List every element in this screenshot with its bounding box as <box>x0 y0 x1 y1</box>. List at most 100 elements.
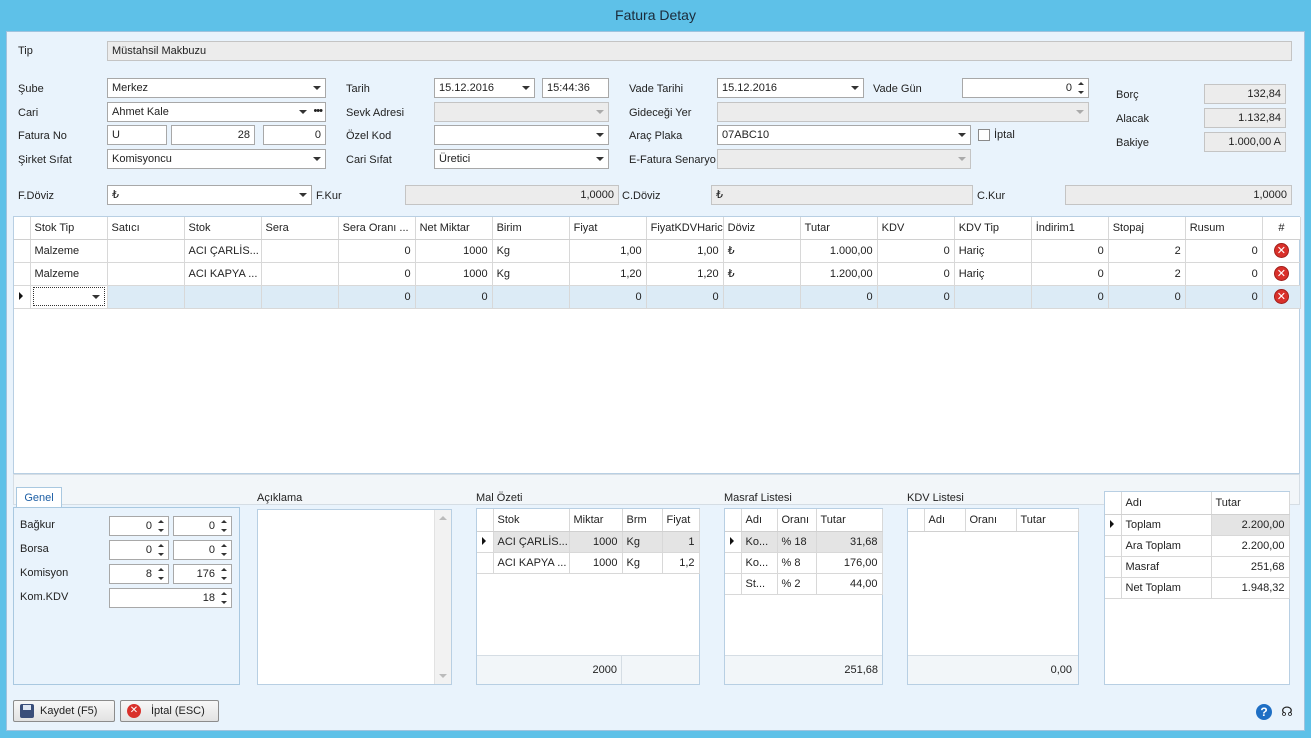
borsa-amount-spinner[interactable]: 0 <box>173 540 232 560</box>
cell-fiyat-kdv-haric[interactable]: 0 <box>646 285 724 309</box>
column-header-rusum[interactable]: Rusum <box>1185 217 1263 240</box>
column-header-fiyat-kdv-haric[interactable]: FiyatKDVHaric <box>646 217 724 240</box>
cell-kdv[interactable]: 0 <box>877 285 955 309</box>
bagkur-rate-spinner[interactable]: 0 <box>109 516 169 536</box>
table-row[interactable]: Malzeme ACI KAPYA ... 0 1000 Kg 1,20 1,2… <box>14 262 1302 286</box>
cell-stok[interactable]: ACI KAPYA ... <box>493 552 570 574</box>
cell-tutar[interactable]: 0 <box>800 285 878 309</box>
cell-adi[interactable]: Toplam <box>1121 514 1212 536</box>
column-header-fiyat[interactable]: Fiyat <box>662 509 700 532</box>
column-header-stok-tip[interactable]: Stok Tip <box>30 217 108 240</box>
spin-arrows-icon[interactable] <box>157 566 166 582</box>
table-row[interactable]: Toplam 2.200,00 <box>1105 514 1290 536</box>
cell-tutar[interactable]: 1.000,00 <box>800 239 878 263</box>
scroll-down-icon[interactable] <box>439 674 447 678</box>
column-header-adi[interactable]: Adı <box>741 509 778 532</box>
tab-genel[interactable]: Genel <box>16 487 62 509</box>
aciklama-scrollbar[interactable] <box>434 510 451 684</box>
chevron-down-icon[interactable] <box>596 133 604 137</box>
borsa-rate-spinner[interactable]: 0 <box>109 540 169 560</box>
cell-adi[interactable]: Net Toplam <box>1121 577 1212 599</box>
cell-adi[interactable]: Ara Toplam <box>1121 535 1212 557</box>
cell-sera-orani[interactable]: 0 <box>338 239 416 263</box>
cell-fiyat[interactable]: 1 <box>662 531 700 553</box>
cell-rusum[interactable]: 0 <box>1185 285 1263 309</box>
cell-fiyat-kdv-haric[interactable]: 1,20 <box>646 262 724 286</box>
column-header-adi[interactable]: Adı <box>1121 492 1212 515</box>
cell-orani[interactable]: % 8 <box>777 552 817 574</box>
column-header-tutar[interactable]: Tutar <box>816 509 883 532</box>
column-header-indirim1[interactable]: İndirim1 <box>1031 217 1109 240</box>
cell-tutar[interactable]: 1.948,32 <box>1211 577 1290 599</box>
column-header-tutar[interactable]: Tutar <box>1016 509 1079 532</box>
table-row[interactable]: ACI ÇARLİS... 1000 Kg 1 <box>477 531 700 553</box>
cell-satici[interactable] <box>107 239 185 263</box>
column-header-kdv-tip[interactable]: KDV Tip <box>954 217 1032 240</box>
column-header-miktar[interactable]: Miktar <box>569 509 623 532</box>
table-row[interactable]: Ko... % 18 31,68 <box>725 531 883 553</box>
fatura-extra-input[interactable]: 0 <box>263 125 326 145</box>
cell-sera[interactable] <box>261 262 339 286</box>
table-row[interactable]: Malzeme ACI ÇARLİS... 0 1000 Kg 1,00 1,0… <box>14 239 1302 263</box>
cell-birim[interactable]: Kg <box>492 262 570 286</box>
cell-indirim1[interactable]: 0 <box>1031 285 1109 309</box>
help-icon[interactable]: ? <box>1256 704 1272 720</box>
cari-sifat-select[interactable]: Üretici <box>434 149 609 169</box>
cell-kdv-tip[interactable]: Hariç <box>954 239 1032 263</box>
table-row[interactable]: ACI KAPYA ... 1000 Kg 1,2 <box>477 552 700 574</box>
cell-fiyat[interactable]: 1,2 <box>662 552 700 574</box>
row-indicator[interactable] <box>1105 535 1122 557</box>
kom-kdv-spinner[interactable]: 18 <box>109 588 232 608</box>
cell-indirim1[interactable]: 0 <box>1031 262 1109 286</box>
chevron-down-icon[interactable] <box>851 86 859 90</box>
column-header-stok[interactable]: Stok <box>493 509 570 532</box>
chevron-down-icon[interactable] <box>522 86 530 90</box>
table-row[interactable]: St... % 2 44,00 <box>725 573 883 595</box>
spin-arrows-icon[interactable] <box>220 566 229 582</box>
cell-adi[interactable]: St... <box>741 573 778 595</box>
headset-icon[interactable]: ☊ <box>1279 704 1295 720</box>
cell-doviz[interactable]: ₺ <box>723 239 801 263</box>
column-header-brm[interactable]: Brm <box>622 509 663 532</box>
column-header-sera[interactable]: Sera <box>261 217 339 240</box>
column-header-orani[interactable]: Oranı <box>965 509 1017 532</box>
vade-gun-spinner[interactable]: 0 <box>962 78 1089 98</box>
column-header-birim[interactable]: Birim <box>492 217 570 240</box>
row-indicator[interactable] <box>14 239 31 263</box>
cell-net-miktar[interactable]: 1000 <box>415 239 493 263</box>
cell-adi[interactable]: Masraf <box>1121 556 1212 578</box>
cell-kdv-tip[interactable]: Hariç <box>954 262 1032 286</box>
cell-stopaj[interactable]: 2 <box>1108 262 1186 286</box>
spin-arrows-icon[interactable] <box>157 542 166 558</box>
cari-select[interactable]: Ahmet Kale ••• <box>107 102 326 122</box>
spin-arrows-icon[interactable] <box>220 518 229 534</box>
cell-fiyat-kdv-haric[interactable]: 1,00 <box>646 239 724 263</box>
cell-net-miktar[interactable]: 1000 <box>415 262 493 286</box>
chevron-down-icon[interactable] <box>596 157 604 161</box>
cell-sera-orani[interactable]: 0 <box>338 285 416 309</box>
fatura-number-input[interactable]: 28 <box>171 125 255 145</box>
cell-kdv[interactable]: 0 <box>877 239 955 263</box>
row-indicator[interactable] <box>1105 514 1122 536</box>
chevron-down-icon[interactable] <box>299 193 307 197</box>
cell-miktar[interactable]: 1000 <box>569 552 623 574</box>
cell-stopaj[interactable]: 0 <box>1108 285 1186 309</box>
column-header-kdv[interactable]: KDV <box>877 217 955 240</box>
cell-stok-tip-editor[interactable] <box>30 285 108 309</box>
delete-row-cell[interactable]: ✕ <box>1262 262 1302 286</box>
row-indicator[interactable] <box>1105 577 1122 599</box>
delete-icon[interactable]: ✕ <box>1273 289 1289 304</box>
cell-miktar[interactable]: 1000 <box>569 531 623 553</box>
cell-orani[interactable]: % 2 <box>777 573 817 595</box>
spin-arrows-icon[interactable] <box>157 518 166 534</box>
column-header-tutar[interactable]: Tutar <box>800 217 878 240</box>
cell-tutar[interactable]: 2.200,00 <box>1211 514 1290 536</box>
delete-icon[interactable]: ✕ <box>1273 243 1289 258</box>
cell-tutar[interactable]: 176,00 <box>816 552 883 574</box>
row-indicator[interactable] <box>477 552 494 574</box>
aciklama-textarea[interactable] <box>257 509 452 685</box>
save-button[interactable]: Kaydet (F5) <box>13 700 115 722</box>
cell-net-miktar[interactable]: 0 <box>415 285 493 309</box>
cell-brm[interactable]: Kg <box>622 531 663 553</box>
table-row[interactable]: Masraf 251,68 <box>1105 556 1290 578</box>
